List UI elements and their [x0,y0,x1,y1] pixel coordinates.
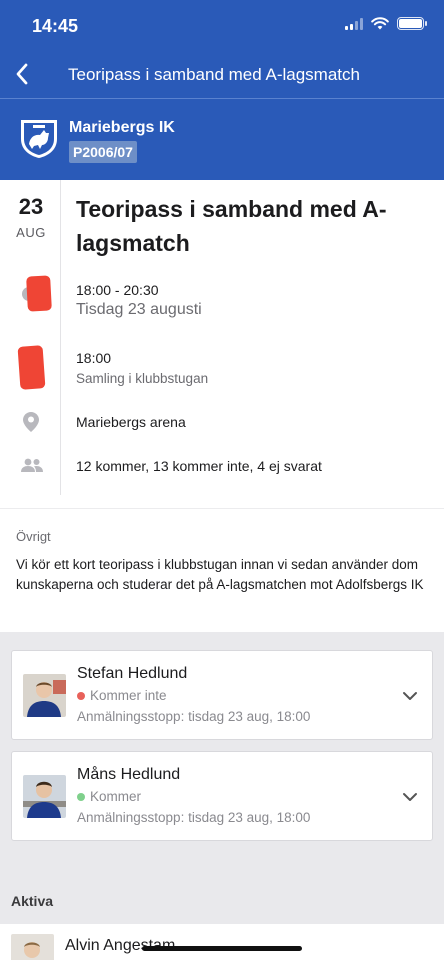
event-location: Mariebergs arena [76,414,186,430]
participant-status-text: Kommer inte [90,688,167,703]
gather-time: 18:00 [76,350,112,366]
participant-deadline: Anmälningsstopp: tisdag 23 aug, 18:00 [77,810,311,825]
people-icon [21,458,43,472]
event-title: Teoripass i samband med A-lagsmatch [76,196,387,256]
chevron-down-icon[interactable] [402,789,418,805]
timeline-divider [60,180,61,495]
member-avatar [11,934,54,960]
home-indicator [142,946,302,951]
event-date-text: Tisdag 23 augusti [76,301,202,318]
location-row[interactable]: Mariebergs arena [0,410,444,434]
participant-status: Kommer [77,789,141,804]
attendance-summary: 12 kommer, 13 kommer inte, 4 ej svarat [76,458,322,474]
list-item[interactable]: Alvin Angestam [0,924,444,960]
notes-section: Övrigt Vi kör ett kort teoripass i klubb… [0,508,444,632]
participant-deadline: Anmälningsstopp: tisdag 23 aug, 18:00 [77,709,311,724]
status-bar: 14:45 [0,0,444,50]
time-row: 18:00 - 20:30 Tisdag 23 augusti [0,275,444,326]
chevron-down-icon[interactable] [402,688,418,704]
event-month: AUG [16,225,46,240]
participant-avatar [23,775,66,818]
notes-heading: Övrigt [16,529,51,544]
chevron-left-icon [16,63,28,85]
event-detail: 23 AUG Teoripass i samband med A-lagsmat… [0,180,444,508]
notes-text: Vi kör ett kort teoripass i klubbstugan … [16,557,424,592]
gathering-row: 18:00 Samling i klubbstugan [0,344,444,390]
status-dot-icon [77,792,85,801]
back-button[interactable] [8,60,36,88]
event-time-range: 18:00 - 20:30 [76,282,159,298]
redacted-mark-icon [17,345,46,390]
attendance-row[interactable]: 12 kommer, 13 kommer inte, 4 ej svarat [0,454,444,478]
team-name: Mariebergs IK [69,119,175,136]
wifi-icon [371,17,389,30]
participant-status-text: Kommer [90,789,142,804]
location-pin-icon [23,412,39,432]
status-time: 14:45 [32,16,79,36]
nav-title: Teoripass i samband med A-lagsmatch [68,65,360,84]
nav-bar: Teoripass i samband med A-lagsmatch [0,50,444,99]
participant-avatar [23,674,66,717]
participant-name: Stefan Hedlund [77,665,188,682]
participant-card[interactable]: Stefan Hedlund Kommer inte Anmälningssto… [11,650,433,740]
status-dot-icon [77,691,85,700]
club-logo-icon [21,120,57,158]
gather-place: Samling i klubbstugan [76,371,209,386]
status-icons [345,17,427,30]
cellular-signal-icon [345,17,363,30]
team-header: Mariebergs IK P2006/07 [0,99,444,180]
participant-name: Måns Hedlund [77,766,181,783]
event-date: 23 AUG [0,194,62,240]
active-section-title: Aktiva [11,893,54,909]
event-day: 23 [18,194,44,219]
battery-icon [397,17,427,30]
participant-card[interactable]: Måns Hedlund Kommer Anmälningsstopp: tis… [11,751,433,841]
redacted-mark-icon [26,275,52,312]
team-group-badge: P2006/07 [69,141,137,163]
participant-status: Kommer inte [77,688,167,703]
